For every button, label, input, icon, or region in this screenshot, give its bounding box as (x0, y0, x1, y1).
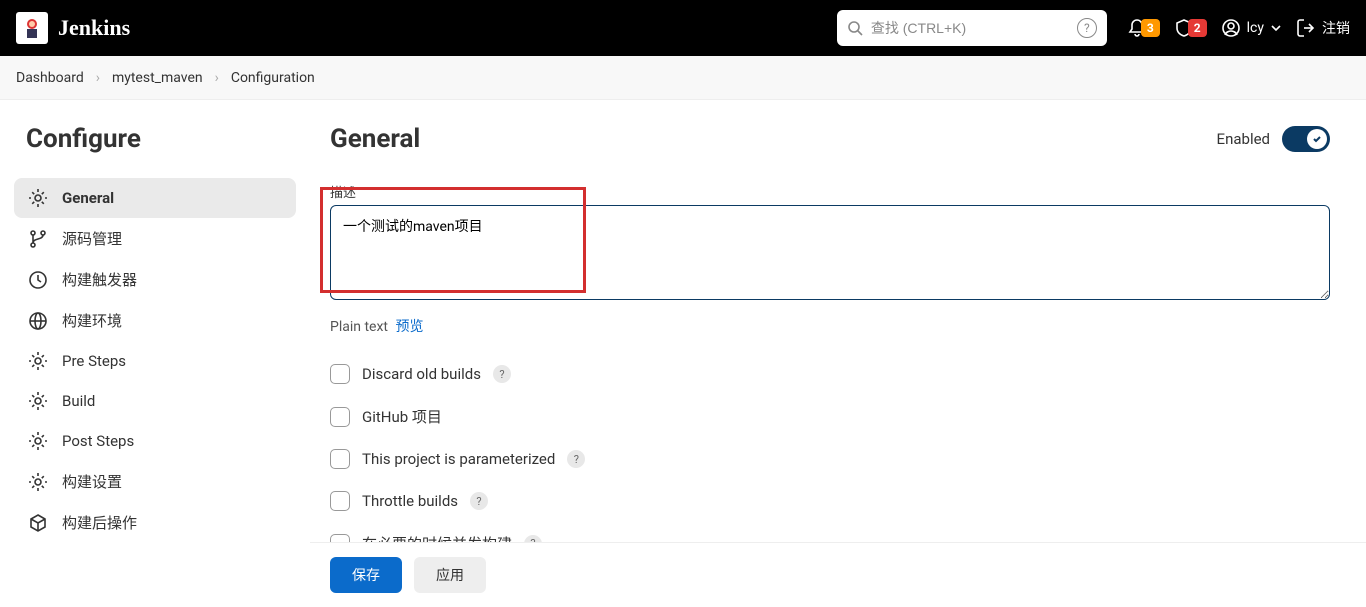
sidebar-item-buildsettings[interactable]: 构建设置 (14, 461, 296, 502)
search-help-icon[interactable]: ? (1077, 18, 1097, 38)
clock-icon (28, 270, 48, 290)
sidebar-item-general[interactable]: General (14, 178, 296, 218)
enabled-toggle[interactable] (1282, 126, 1330, 152)
description-label: 描述 (330, 182, 1330, 201)
checkbox-throttle[interactable] (330, 491, 350, 511)
search-icon (847, 20, 863, 36)
search-box[interactable]: ? (837, 10, 1107, 46)
option-label: GitHub 项目 (362, 406, 442, 427)
sidebar-item-presteps[interactable]: Pre Steps (14, 341, 296, 381)
sidebar-item-label: 构建环境 (62, 310, 122, 331)
sidebar-item-label: General (62, 189, 114, 207)
package-icon (28, 513, 48, 533)
gear-icon (28, 472, 48, 492)
sidebar-item-label: Pre Steps (62, 352, 126, 370)
jenkins-logo-icon (16, 12, 48, 44)
logout-label: 注销 (1322, 18, 1350, 38)
notification-badge: 3 (1141, 19, 1160, 37)
sidebar: Configure General 源码管理 构建触发器 构建环境 Pre St… (0, 100, 310, 607)
sidebar-item-label: 构建后操作 (62, 512, 137, 533)
gear-icon (28, 188, 48, 208)
sidebar-item-label: 构建设置 (62, 471, 122, 492)
search-input[interactable] (871, 20, 1069, 36)
option-github-project: GitHub 项目 (330, 406, 1330, 427)
chevron-right-icon: › (215, 70, 219, 86)
preview-link[interactable]: 预览 (395, 319, 423, 335)
footer-actions: 保存 应用 (310, 542, 1366, 607)
gear-icon (28, 391, 48, 411)
option-parameterized: This project is parameterized ? (330, 449, 1330, 469)
sidebar-item-label: Post Steps (62, 432, 134, 450)
logout-icon (1296, 18, 1316, 38)
branch-icon (28, 229, 48, 249)
breadcrumb-dashboard[interactable]: Dashboard (16, 70, 84, 86)
sidebar-item-label: 源码管理 (62, 228, 122, 249)
jenkins-logo[interactable]: Jenkins (16, 12, 130, 44)
security-alerts[interactable]: 2 (1174, 18, 1207, 38)
logout-link[interactable]: 注销 (1296, 18, 1350, 38)
breadcrumb: Dashboard › mytest_maven › Configuration (0, 56, 1366, 100)
notifications[interactable]: 3 (1127, 18, 1160, 38)
sidebar-item-postbuild[interactable]: 构建后操作 (14, 502, 296, 543)
option-label: Discard old builds (362, 365, 481, 383)
user-name: lcy (1247, 20, 1264, 36)
option-throttle: Throttle builds ? (330, 491, 1330, 511)
plaintext-label: Plain text (330, 319, 388, 335)
main-content: General Enabled 描述 Plain text 预览 Disca (310, 100, 1366, 607)
chevron-right-icon: › (96, 70, 100, 86)
sidebar-item-label: Build (62, 392, 95, 410)
sidebar-item-build[interactable]: Build (14, 381, 296, 421)
page-title: General (330, 124, 420, 154)
breadcrumb-project[interactable]: mytest_maven (112, 70, 203, 86)
description-input[interactable] (330, 205, 1330, 300)
user-icon (1221, 18, 1241, 38)
checkbox-github[interactable] (330, 407, 350, 427)
sidebar-item-scm[interactable]: 源码管理 (14, 218, 296, 259)
sidebar-item-triggers[interactable]: 构建触发器 (14, 259, 296, 300)
checkbox-discard[interactable] (330, 364, 350, 384)
help-icon[interactable]: ? (470, 492, 488, 510)
gear-icon (28, 351, 48, 371)
help-icon[interactable]: ? (567, 450, 585, 468)
user-menu[interactable]: lcy (1221, 18, 1282, 38)
option-discard-old-builds: Discard old builds ? (330, 364, 1330, 384)
sidebar-item-environment[interactable]: 构建环境 (14, 300, 296, 341)
brand-text: Jenkins (58, 15, 130, 41)
enabled-label: Enabled (1217, 130, 1270, 148)
header-actions: 3 2 lcy 注销 (1127, 18, 1350, 38)
check-icon (1312, 134, 1322, 144)
gear-icon (28, 431, 48, 451)
alert-badge: 2 (1188, 19, 1207, 37)
save-button[interactable]: 保存 (330, 557, 402, 593)
sidebar-title: Configure (14, 124, 296, 154)
apply-button[interactable]: 应用 (414, 557, 486, 593)
checkbox-parameterized[interactable] (330, 449, 350, 469)
top-header: Jenkins ? 3 2 lcy 注销 (0, 0, 1366, 56)
option-label: Throttle builds (362, 492, 458, 510)
option-label: This project is parameterized (362, 450, 555, 468)
breadcrumb-configuration[interactable]: Configuration (231, 70, 315, 86)
help-icon[interactable]: ? (493, 365, 511, 383)
sidebar-item-label: 构建触发器 (62, 269, 137, 290)
globe-icon (28, 311, 48, 331)
sidebar-item-poststeps[interactable]: Post Steps (14, 421, 296, 461)
toggle-knob (1307, 129, 1327, 149)
chevron-down-icon (1270, 22, 1282, 34)
